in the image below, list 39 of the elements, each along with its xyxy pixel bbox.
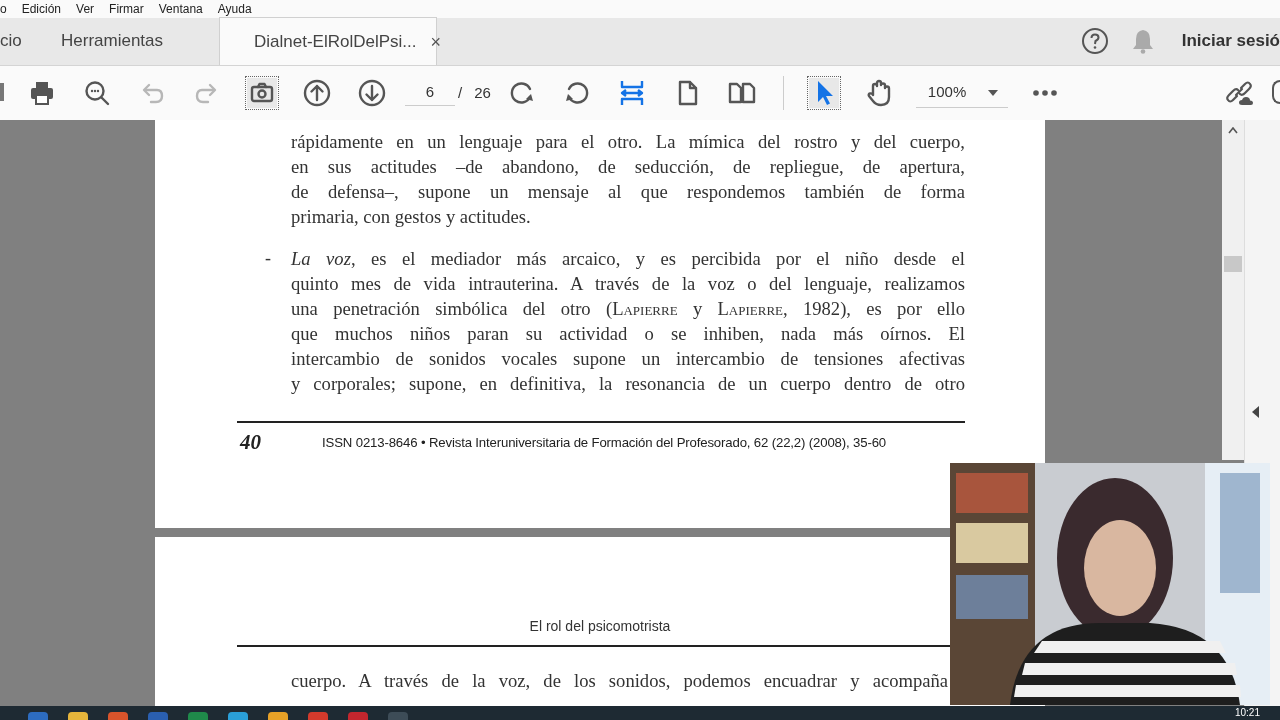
- page-separator: /: [458, 82, 463, 103]
- link-cloud-icon: [1225, 78, 1255, 108]
- page-number: 40: [238, 429, 262, 456]
- page-count: 26: [474, 82, 491, 103]
- menu-item[interactable]: Ventana: [158, 0, 203, 18]
- toolbar-icon[interactable]: [1272, 80, 1280, 104]
- scrollbar[interactable]: [1222, 120, 1244, 460]
- page-number-field[interactable]: 6: [405, 80, 455, 106]
- running-header: El rol del psicomotrista: [528, 617, 672, 636]
- app-icon[interactable]: [68, 712, 88, 720]
- camera-icon: [246, 78, 277, 108]
- sign-in-link[interactable]: Iniciar sesió: [1181, 28, 1280, 54]
- zoom-dropdown[interactable]: 100%: [915, 78, 1008, 108]
- more-icon: [1033, 90, 1058, 96]
- tab[interactable]: cio: [0, 17, 45, 65]
- paragraph: cuerpo. A través de la voz, de los sonidos, podemos encuadrar y acompaña: [291, 669, 948, 693]
- tab[interactable]: Herramientas: [61, 17, 181, 65]
- citation: ISSN 0213-8646 • Revista Interuniversitaria de Formación del Profesorado, 62 (22,2) (2008), 35-60: [322, 433, 887, 452]
- arrow-up-circle-icon: [301, 78, 332, 108]
- scroll-up-icon[interactable]: [1228, 127, 1238, 134]
- app-icon[interactable]: [108, 712, 128, 720]
- app-icon[interactable]: [188, 712, 208, 720]
- menu-item[interactable]: Ayuda: [217, 0, 252, 18]
- menu-item[interactable]: o: [0, 0, 7, 18]
- scroll-thumb[interactable]: [1224, 256, 1242, 272]
- clock: 10:21: [1234, 707, 1260, 719]
- paragraph: rápidamente en un lenguaje para el otro. La mímica del rostro y del cuerpo, en sus actitudes –de abandono, de seducción, de repliegue, de apertura, de defensa–, supone un mensaje al que respondemos también de forma primaria, con gestos y actitudes.: [291, 130, 965, 229]
- caret-icon: [987, 89, 998, 96]
- menu-item[interactable]: Ver: [76, 0, 95, 18]
- help-icon[interactable]: [1080, 27, 1109, 55]
- app-icon[interactable]: [268, 712, 288, 720]
- paragraph: La voz, es el mediador más arcaico, y es percibida por el niño desde el quinto mes de vida intrauterina. A través de la voz o del lenguaje, realizamos una penetración simbólica del otro (Lapierre y Lapierre, 1982), es por ello que muchos niños paran su actividad o se inhiben, nada más oírnos. El intercambio de sonidos vocales supone un intercambio de tensiones afectivas y corporales; supone, en definitiva, la resonancia de un cuerpo dentro de otro: [291, 247, 965, 396]
- arrow-down-circle-icon: [356, 78, 387, 108]
- app-icon[interactable]: [228, 712, 248, 720]
- collapse-icon[interactable]: [1252, 406, 1259, 418]
- menu-item[interactable]: Edición: [21, 0, 62, 18]
- menu-item[interactable]: Firmar: [109, 0, 144, 18]
- app-icon[interactable]: [308, 712, 328, 720]
- list-marker: -: [265, 247, 271, 270]
